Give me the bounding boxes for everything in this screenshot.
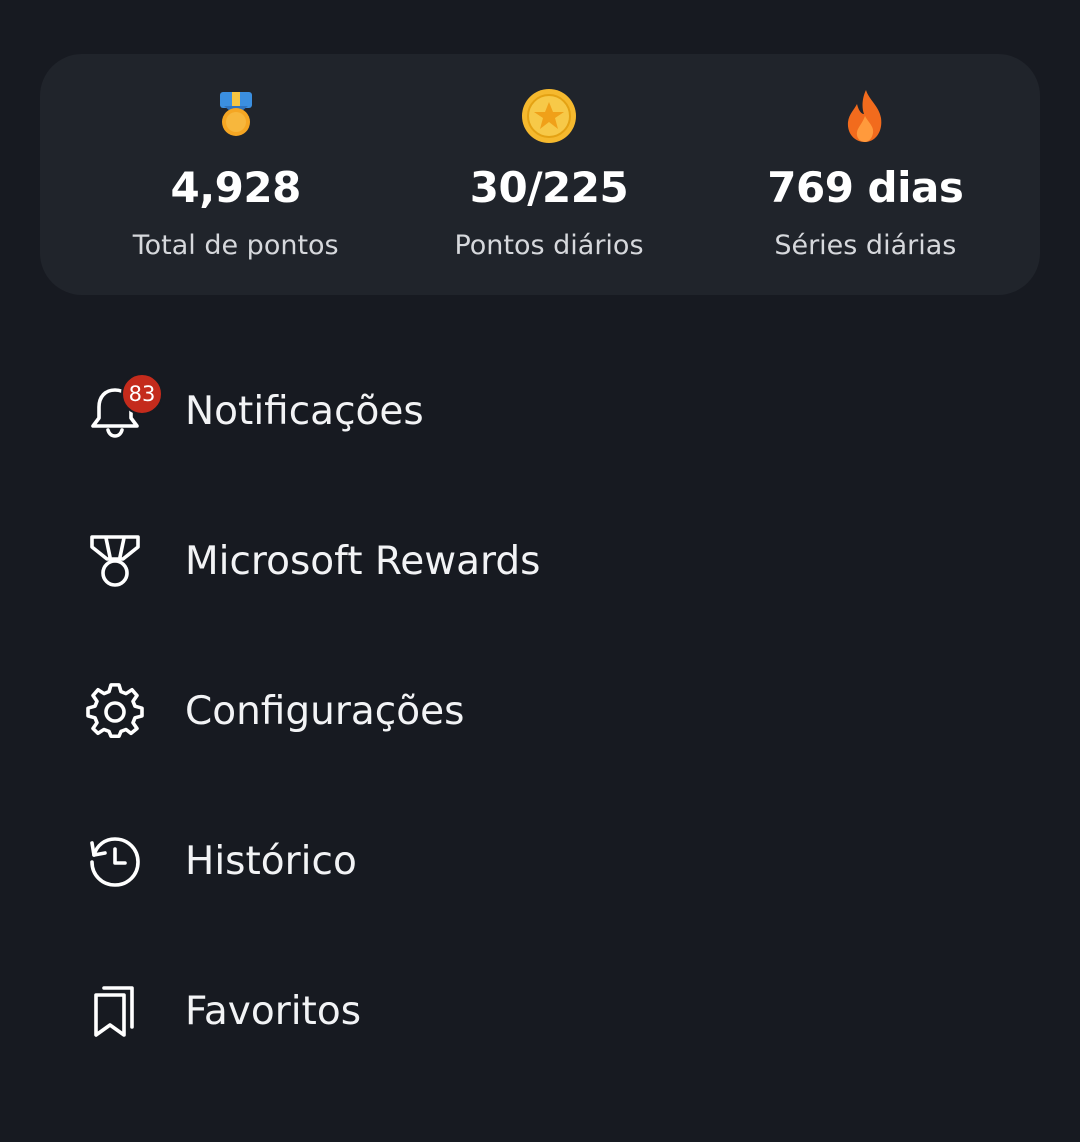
flame-icon: [848, 90, 882, 142]
stat-daily-points[interactable]: 30/225 Pontos diários: [382, 54, 715, 295]
menu-item-notifications[interactable]: 83 Notificações: [0, 337, 1080, 487]
rewards-medal-icon: [90, 535, 140, 587]
stat-total-points[interactable]: 4,928 Total de pontos: [69, 54, 402, 295]
stat-daily-streak[interactable]: 769 dias Séries diárias: [699, 54, 1032, 295]
daily-points-label: Pontos diários: [454, 230, 644, 261]
history-icon: [90, 837, 140, 887]
menu-label-notifications: Notificações: [185, 389, 424, 434]
menu-label-history: Histórico: [185, 839, 357, 884]
total-points-label: Total de pontos: [132, 230, 339, 261]
stats-card: 4,928 Total de pontos 30/225 Pontos diár…: [40, 54, 1040, 295]
menu-item-history[interactable]: Histórico: [0, 787, 1080, 937]
gear-icon: [86, 683, 144, 739]
daily-streak-label: Séries diárias: [774, 230, 957, 261]
menu-item-settings[interactable]: Configurações: [0, 637, 1080, 787]
total-points-value: 4,928: [170, 163, 301, 212]
menu-list: 83 Notificações Microsoft Rewards Config…: [0, 337, 1080, 1087]
menu-label-favorites: Favoritos: [185, 989, 362, 1034]
star-coin-icon: [521, 89, 576, 143]
menu-item-microsoft-rewards[interactable]: Microsoft Rewards: [0, 487, 1080, 637]
daily-points-value: 30/225: [469, 163, 629, 212]
menu-label-settings: Configurações: [185, 689, 465, 734]
bookmarks-icon: [94, 986, 134, 1037]
menu-label-microsoft-rewards: Microsoft Rewards: [185, 539, 541, 584]
notification-count-badge: 83: [121, 373, 163, 415]
medal-icon: [219, 92, 252, 136]
menu-item-favorites[interactable]: Favoritos: [0, 937, 1080, 1087]
daily-streak-value: 769 dias: [767, 163, 964, 212]
